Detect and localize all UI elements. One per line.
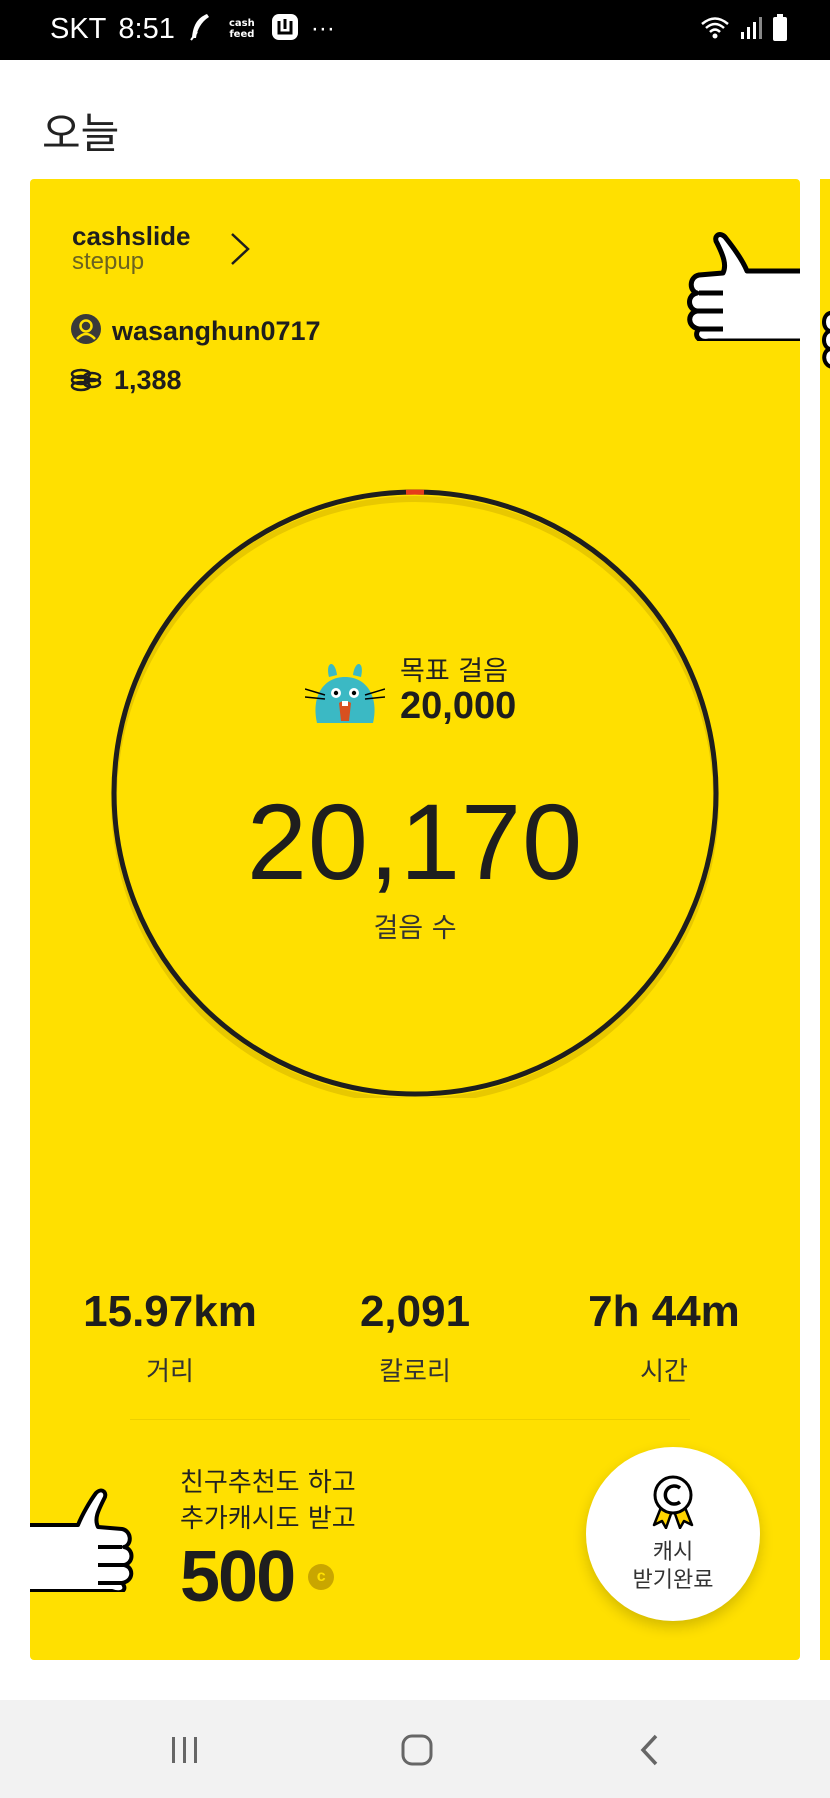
goal-label: 목표 걸음: [400, 656, 508, 687]
navigation-bar: [0, 1700, 830, 1798]
brand-name: cashslide: [72, 221, 191, 251]
claim-cash-button[interactable]: 캐시 받기완료: [586, 1447, 760, 1621]
stat-label: 시간: [640, 1357, 688, 1387]
thumbs-up-icon: [30, 1487, 140, 1596]
user-avatar-icon: [70, 313, 102, 349]
feather-icon: [187, 12, 213, 46]
stat-calories: 2,091 칼로리: [285, 1287, 545, 1388]
referral-promo[interactable]: 친구추천도 하고 추가캐시도 받고 500 c: [180, 1465, 356, 1613]
claim-cash-label: 캐시 받기완료: [633, 1539, 714, 1595]
claim-cash-line-1: 캐시: [652, 1540, 694, 1565]
chevron-right-icon[interactable]: [228, 231, 252, 271]
promo-amount-row: 500 c: [180, 1541, 356, 1613]
user-row: wasanghun0717: [70, 313, 321, 349]
cash-coin-icon: c: [308, 1564, 335, 1590]
brand-sub: stepup: [72, 248, 145, 275]
stepup-card[interactable]: cashslide stepup wasanghun0717 1,388 목표 …: [30, 179, 800, 1660]
page-title: 오늘: [42, 109, 120, 158]
battery-icon: [772, 14, 788, 46]
step-count: 20,170: [246, 781, 584, 902]
stat-distance: 15.97km 거리: [40, 1287, 300, 1388]
signal-icon: [740, 15, 762, 45]
stat-time: 7h 44m 시간: [534, 1287, 794, 1388]
carrier-label: SKT: [50, 12, 107, 45]
username: wasanghun0717: [112, 315, 321, 346]
recent-apps-icon[interactable]: [155, 1730, 215, 1770]
stat-value: 15.97km: [83, 1287, 257, 1336]
award-ribbon-icon: [648, 1473, 698, 1533]
stat-label: 칼로리: [379, 1357, 451, 1387]
cashslide-stepup-link[interactable]: cashslide stepup: [72, 223, 191, 275]
clock: 8:51: [118, 12, 175, 45]
goal-block: 목표 걸음 20,000: [304, 649, 605, 729]
status-right: [700, 14, 788, 46]
thumbs-up-icon: [685, 231, 800, 345]
thumbs-up-icon: [820, 309, 830, 383]
coin-row: 1,388: [70, 365, 182, 396]
claim-cash-line-2: 받기완료: [632, 1568, 714, 1593]
promo-line-2: 추가캐시도 받고: [180, 1504, 356, 1534]
app-badge-icon: [271, 13, 299, 45]
status-bar: SKT 8:51 cash feed ···: [0, 0, 830, 60]
step-count-label: 걸음 수: [373, 913, 457, 944]
more-notifications-icon: ···: [310, 15, 335, 42]
cashfeed-icon: cash feed: [228, 18, 255, 40]
back-icon[interactable]: [620, 1730, 680, 1770]
status-left: SKT 8:51 cash feed ···: [50, 12, 335, 46]
stat-label: 거리: [146, 1357, 194, 1387]
coin-stack-icon: [70, 366, 102, 396]
promo-amount: 500: [180, 1537, 296, 1617]
bunny-mascot-icon: [304, 657, 386, 733]
promo-line-1: 친구추천도 하고: [180, 1468, 356, 1498]
home-icon[interactable]: [387, 1730, 447, 1770]
divider: [130, 1419, 690, 1420]
stat-value: 2,091: [359, 1287, 471, 1336]
coin-balance: 1,388: [114, 365, 182, 395]
stat-value: 7h 44m: [588, 1287, 740, 1336]
next-card-peek[interactable]: [820, 179, 830, 1660]
wifi-icon: [700, 15, 730, 45]
goal-value: 20,000: [400, 685, 517, 727]
